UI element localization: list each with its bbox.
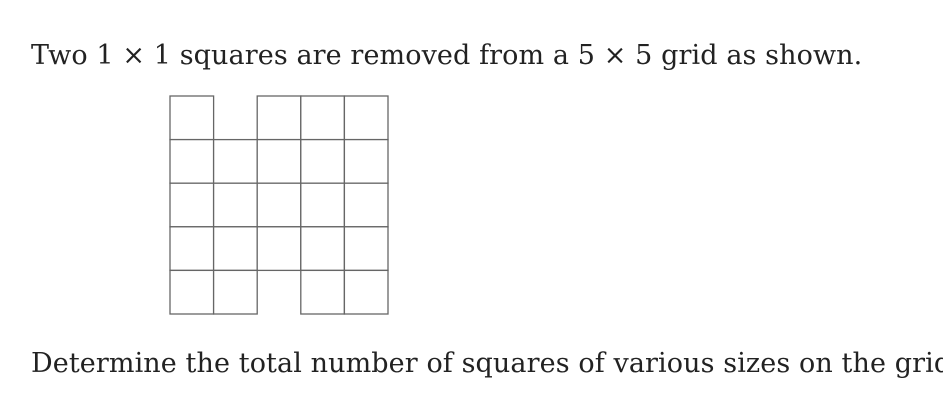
grid-cell xyxy=(212,138,258,184)
grid-cell xyxy=(300,269,346,315)
problem-question-text: Determine the total number of squares of… xyxy=(31,348,943,379)
grid-cell xyxy=(343,269,389,315)
grid-figure xyxy=(169,95,389,315)
grid-cell xyxy=(256,95,302,141)
grid-cell xyxy=(256,138,302,184)
grid-cell xyxy=(343,138,389,184)
grid-cell xyxy=(343,226,389,272)
grid-cell xyxy=(212,226,258,272)
grid-cell xyxy=(169,138,215,184)
grid-cell xyxy=(169,269,215,315)
grid-cell xyxy=(343,182,389,228)
grid-cell xyxy=(256,226,302,272)
grid-cell xyxy=(343,95,389,141)
grid-cell xyxy=(300,95,346,141)
grid-cell xyxy=(212,269,258,315)
grid-cell xyxy=(300,182,346,228)
problem-intro-text: Two 1 × 1 squares are removed from a 5 ×… xyxy=(31,40,863,71)
grid-cell xyxy=(256,182,302,228)
grid-cell xyxy=(169,182,215,228)
grid-cell xyxy=(169,226,215,272)
grid-cell xyxy=(300,226,346,272)
grid-cell xyxy=(212,182,258,228)
grid-cell xyxy=(300,138,346,184)
grid-cell xyxy=(169,95,215,141)
